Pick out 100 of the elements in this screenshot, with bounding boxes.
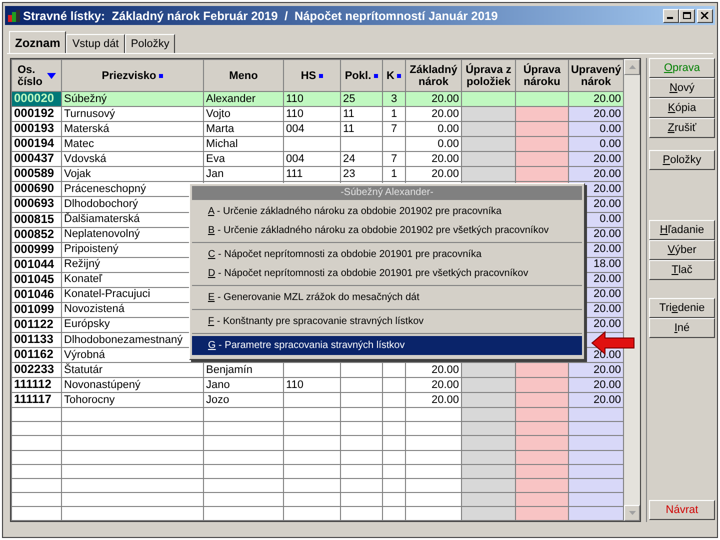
id-cell: 001133 [12,332,62,348]
id-cell: 000192 [12,106,62,122]
action-button[interactable]: Výber [649,240,715,260]
sort-marker-icon [319,74,324,78]
tab[interactable]: Zoznam [9,31,66,53]
table-cell: Neplatenovolný [64,228,140,240]
table-cell: Turnusový [64,108,115,120]
action-button[interactable]: Tlač [649,260,715,280]
table-cell: 23 [343,168,356,180]
table-cell: Matec [64,138,94,150]
table-cell: 110 [286,108,304,120]
menu-item[interactable]: B - Určenie základného nároku za obdobie 201902 pre všetkých pracovníkov [192,221,582,240]
table-cell: Vojak [64,168,91,180]
table-cell: 7 [390,122,398,135]
table-cell: Jano [206,378,230,391]
sort-marker-icon [374,74,378,78]
table-cell: Alexander [206,92,256,105]
table-cell: Európsky [64,318,110,330]
table-cell: 1 [390,108,398,120]
menu-item[interactable]: G - Parametre spracovania stravných lístkov [192,336,582,355]
table-cell: Režijný [64,258,100,270]
table-cell: 20.00 [593,182,621,195]
column-header: Základný nárok [410,64,458,88]
column-header: HS [300,70,316,82]
table-cell: 3 [390,92,398,105]
table-cell: 20.00 [593,108,621,120]
id-cell: 000589 [12,166,62,182]
id-cell: 000999 [12,242,62,258]
window-title: Stravné lístky: Základný nárok Február 2019 / Nápočet neprítomností Január 2019 [23,8,499,24]
table-cell: Tohorocny [64,394,115,406]
table-cell: 24 [343,152,356,165]
table-cell: Výrobná [64,348,105,361]
sort-marker-icon [159,74,164,78]
close-button[interactable] [697,8,713,22]
table-cell: Vojto [206,108,230,120]
tab[interactable]: Položky [124,34,176,53]
column-header: Pokl. [344,70,372,82]
table-cell: Vdovská [64,152,106,165]
id-cell: 001099 [12,302,62,318]
maximize-button[interactable] [679,8,695,22]
table-cell: 25 [343,92,356,105]
table-cell: 20.00 [431,168,459,180]
table-cell: 20.00 [431,92,459,105]
id-cell: 000020 [12,92,62,107]
action-button[interactable]: Iné [649,318,715,338]
table-cell: Konatel-Pracujuci [64,288,150,300]
table-cell: 004 [286,122,304,135]
app-icon [7,8,21,22]
id-cell: 111112 [12,378,62,393]
table-cell: 20.00 [593,243,621,256]
table-cell: Dlhodobochorý [64,198,138,210]
column-header: K [386,70,394,82]
action-button[interactable]: Hľadanie [649,220,715,240]
id-cell: 000193 [12,122,62,137]
table-cell: 20.00 [431,364,459,376]
column-header: Os. číslo [17,64,43,88]
id-cell: 001162 [12,348,62,363]
table-cell: Novonastúpený [64,378,140,391]
table-cell: 11 [343,108,354,120]
table-cell: 20.00 [593,288,621,300]
sort-marker-icon [397,74,402,78]
tab[interactable]: Vstup dát [66,34,125,53]
id-cell: 001122 [12,317,62,332]
table-cell: 0.00 [600,213,621,226]
action-button[interactable]: Položky [649,150,715,170]
table-cell: 110 [286,378,304,391]
column-header: Úprava nároku [523,64,561,88]
minimize-button[interactable] [663,8,679,22]
menu-item[interactable]: E - Generovanie MZL zrážok do mesačných dát [192,288,582,307]
menu-item[interactable]: A - Určenie základného nároku za obdobie 201902 pre pracovníka [192,202,582,221]
menu-item[interactable]: D - Nápočet neprítomnosti za obdobie 201901 pre všetkých pracovníkov [192,264,582,283]
table-cell: Pripoistený [64,243,118,256]
table-cell: 0.00 [438,122,459,135]
id-cell: 000693 [12,196,62,212]
table-cell: 20.00 [431,378,459,391]
table-cell: 20.00 [593,318,621,330]
menu-item[interactable]: C - Nápočet neprítomnosti za obdobie 201901 pre pracovníka [192,245,582,264]
action-button[interactable]: Nový [649,78,715,98]
table-cell: 20.00 [593,92,621,105]
action-button[interactable]: Triedenie [649,298,715,318]
table-cell: Novozistená [64,303,125,316]
action-button[interactable]: Zrušiť [649,118,715,138]
table-cell: 20.00 [593,303,621,316]
action-button[interactable]: Kópia [649,98,715,118]
table-cell: 20.00 [431,108,459,120]
sort-descending-icon [46,72,56,78]
id-cell: 000437 [12,152,62,167]
id-cell: 001044 [12,257,62,272]
id-cell: 000852 [12,227,62,242]
table-cell: 111 [286,168,303,180]
table-cell: 20.00 [593,364,621,376]
menu-item[interactable]: F - Konštnanty pre spracovanie stravných lístkov [192,312,582,331]
table-cell: Benjamín [206,364,252,376]
table-cell: Dlhodobonezamestnaný [64,334,183,346]
table-cell: Jan [206,168,224,180]
id-cell: 002233 [12,362,62,378]
id-cell: 001046 [12,287,62,302]
close-icon [701,12,709,19]
return-button[interactable]: Návrat [649,500,715,520]
table-cell: 20.00 [593,198,621,210]
